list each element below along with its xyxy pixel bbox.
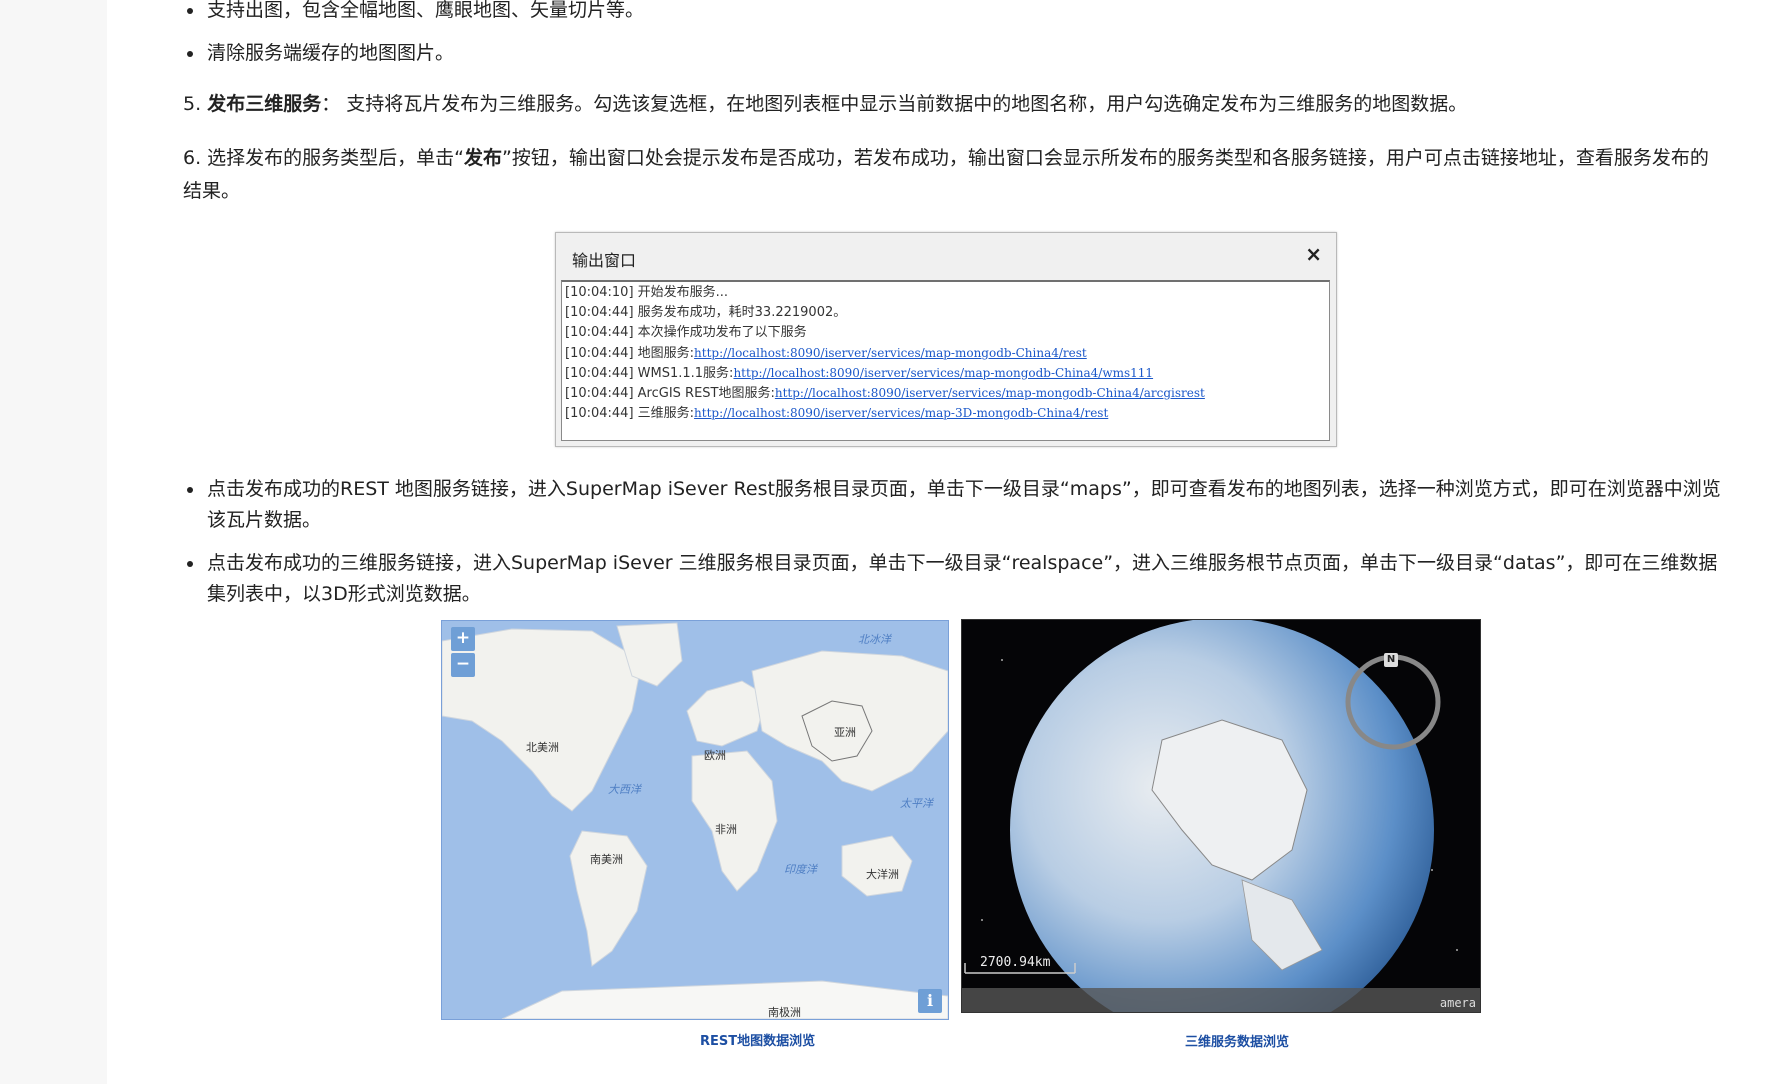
sea-label: 北冰洋 — [858, 633, 891, 646]
step6-paragraph: 6. 选择发布的服务类型后，单击“发布”按钮，输出窗口处会提示发布是否成功，若发… — [183, 142, 1723, 208]
map-label: 亚洲 — [834, 726, 856, 739]
caption-rest-map: REST地图数据浏览 — [700, 1034, 816, 1049]
output-log: [10:04:10] 开始发布服务... [10:04:44] 服务发布成功，耗… — [561, 280, 1330, 441]
compass-icon[interactable]: N — [1384, 653, 1398, 667]
log-line: [10:04:10] 开始发布服务... — [565, 285, 729, 300]
log-line: [10:04:44] ArcGIS REST地图服务:http://localh… — [565, 386, 1205, 401]
log-line: [10:04:44] WMS1.1.1服务:http://localhost:8… — [565, 366, 1154, 381]
3d-service-link[interactable]: http://localhost:8090/iserver/services/m… — [694, 406, 1108, 420]
arcgis-service-link[interactable]: http://localhost:8090/iserver/services/m… — [775, 386, 1205, 400]
log-line: [10:04:44] 本次操作成功发布了以下服务 — [565, 325, 807, 340]
close-icon[interactable]: × — [1305, 242, 1322, 266]
step6-bold: 发布 — [464, 147, 503, 169]
rest-map-view[interactable]: + − 北美洲 欧洲 亚洲 非洲 南美洲 大洋洲 南极洲 北冰洋 大西洋 太平洋… — [441, 620, 949, 1020]
info-button[interactable]: i — [918, 989, 942, 1013]
left-gutter — [0, 0, 107, 1084]
step6-prefix: 6. 选择发布的服务类型后，单击“ — [183, 147, 465, 169]
map-label: 非洲 — [715, 823, 737, 836]
log-line: [10:04:44] 服务发布成功，耗时33.2219002。 — [565, 305, 847, 320]
step5-number: 5. — [183, 93, 202, 115]
output-window: 输出窗口 × [10:04:10] 开始发布服务... [10:04:44] 服… — [555, 232, 1337, 447]
world-map-image — [442, 621, 948, 1019]
map-label: 欧洲 — [704, 749, 726, 762]
zoom-out-button[interactable]: − — [451, 653, 475, 677]
map-label: 南极洲 — [768, 1006, 801, 1019]
log-line: [10:04:44] 三维服务:http://localhost:8090/is… — [565, 406, 1109, 421]
globe-image — [962, 620, 1480, 1012]
3d-globe-view[interactable]: N 2700.94km amera — [961, 619, 1481, 1013]
sea-label: 太平洋 — [900, 797, 933, 810]
caption-3d-map: 三维服务数据浏览 — [1185, 1035, 1290, 1050]
wms-service-link[interactable]: http://localhost:8090/iserver/services/m… — [733, 366, 1153, 380]
sea-label: 大西洋 — [608, 783, 641, 796]
list-item: 点击发布成功的REST 地图服务链接，进入SuperMap iSever Res… — [183, 474, 1723, 536]
zoom-in-button[interactable]: + — [451, 627, 475, 651]
map-label: 大洋洲 — [866, 868, 899, 881]
scale-label: 2700.94km — [980, 955, 1051, 970]
watermark-text: amera — [1439, 996, 1476, 1010]
step5-paragraph: 5. 发布三维服务： 支持将瓦片发布为三维服务。勾选该复选框，在地图列表框中显示… — [183, 88, 1723, 121]
top-bullet-list: 支持出图，包含全幅地图、鹰眼地图、矢量切片等。 清除服务端缓存的地图图片。 — [183, 0, 1723, 69]
step5-text: ： 支持将瓦片发布为三维服务。勾选该复选框，在地图列表框中显示当前数据中的地图名… — [321, 93, 1468, 115]
bottom-bullet-list: 点击发布成功的REST 地图服务链接，进入SuperMap iSever Res… — [183, 474, 1723, 610]
sea-label: 印度洋 — [784, 863, 817, 876]
step5-bold: 发布三维服务 — [207, 93, 322, 115]
map-label: 北美洲 — [526, 741, 559, 754]
map-service-link[interactable]: http://localhost:8090/iserver/services/m… — [694, 346, 1087, 360]
log-line: [10:04:44] 地图服务:http://localhost:8090/is… — [565, 346, 1087, 361]
output-window-title: 输出窗口 — [572, 251, 637, 270]
list-item: 点击发布成功的三维服务链接，进入SuperMap iSever 三维服务根目录页… — [183, 548, 1723, 610]
list-item: 支持出图，包含全幅地图、鹰眼地图、矢量切片等。 — [183, 0, 1723, 26]
list-item: 清除服务端缓存的地图图片。 — [183, 38, 1723, 69]
map-label: 南美洲 — [590, 853, 623, 866]
